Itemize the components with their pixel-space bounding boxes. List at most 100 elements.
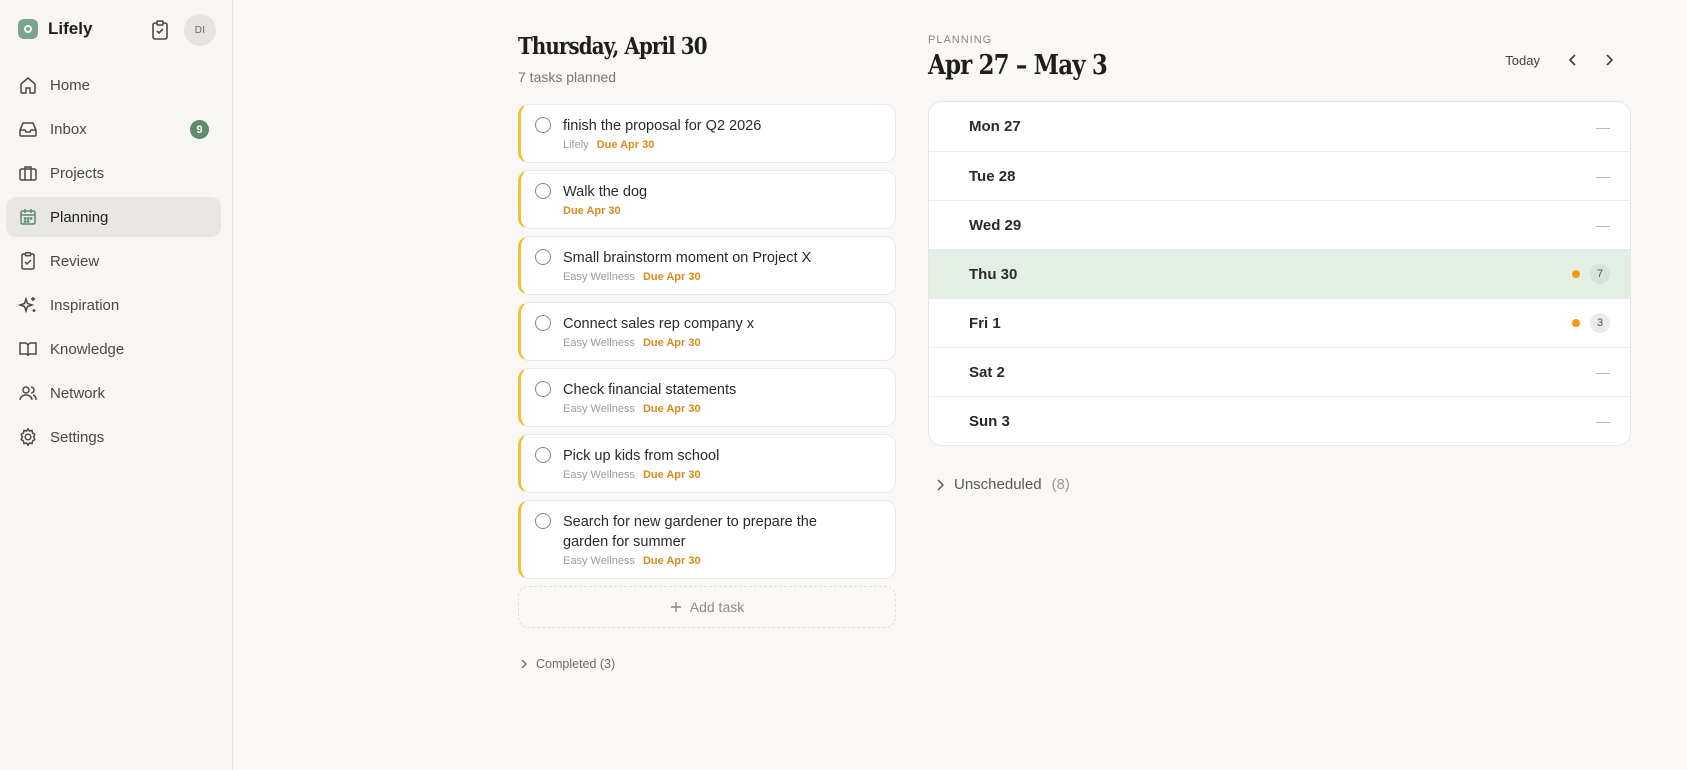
sidebar-item-label: Settings: [50, 428, 105, 446]
sidebar-item-label: Projects: [50, 164, 105, 182]
previous-week-button[interactable]: [1560, 47, 1586, 73]
sidebar-item-inbox[interactable]: Inbox 9: [6, 109, 221, 149]
task-title: Search for new gardener to prepare the g…: [563, 514, 817, 550]
task-card[interactable]: Connect sales rep company x Easy Wellnes…: [518, 302, 896, 361]
week-day-row[interactable]: Tue 28 —: [929, 151, 1630, 200]
week-list: Mon 27 — Tue 28 — Wed 29 — Thu 30 7 Fri …: [928, 101, 1631, 446]
task-indicator-dot: [1572, 270, 1580, 278]
task-meta: Easy Wellness Due Apr 30: [563, 336, 883, 350]
task-due-date: Due Apr 30: [642, 469, 701, 481]
task-checkbox[interactable]: [535, 381, 551, 397]
task-meta: Due Apr 30: [563, 204, 883, 218]
week-nav-controls: Today: [1495, 47, 1622, 73]
task-checkbox[interactable]: [535, 447, 551, 463]
task-due-date: Due Apr 30: [642, 271, 701, 283]
day-subtitle: 7 tasks planned: [518, 69, 617, 85]
lifely-logo-icon: [18, 19, 38, 39]
add-task-label: Add task: [689, 599, 745, 615]
task-project: Easy Wellness: [563, 469, 635, 481]
task-project: Easy Wellness: [563, 271, 635, 283]
gear-icon: [18, 427, 38, 447]
unscheduled-count: (8): [1051, 476, 1070, 493]
sidebar-item-label: Review: [50, 252, 100, 270]
sidebar-item-inspiration[interactable]: Inspiration: [6, 285, 221, 325]
task-card[interactable]: Small brainstorm moment on Project X Eas…: [518, 236, 896, 295]
clipboard-button[interactable]: [148, 15, 172, 45]
sidebar-item-label: Planning: [50, 208, 109, 226]
task-project: Easy Wellness: [563, 337, 635, 349]
brand-name: Lifely: [48, 19, 93, 38]
task-due-date: Due Apr 30: [642, 403, 701, 415]
week-day-row[interactable]: Wed 29 —: [929, 200, 1630, 249]
task-meta: Easy Wellness Due Apr 30: [563, 468, 883, 482]
task-due-date: Due Apr 30: [642, 337, 701, 349]
inbox-count-badge: 9: [190, 120, 209, 139]
unscheduled-toggle[interactable]: Unscheduled (8): [936, 476, 1070, 493]
task-checkbox[interactable]: [535, 117, 551, 133]
sidebar-item-projects[interactable]: Projects: [6, 153, 221, 193]
task-due-date: Due Apr 30: [642, 555, 701, 567]
task-checkbox[interactable]: [535, 315, 551, 331]
chevron-right-icon: [937, 478, 944, 491]
task-card[interactable]: Walk the dog Due Apr 30: [518, 170, 896, 229]
sidebar-item-planning[interactable]: Planning: [6, 197, 221, 237]
top-actions: DI: [148, 14, 216, 46]
task-checkbox[interactable]: [535, 183, 551, 199]
task-count-badge: 3: [1590, 313, 1610, 333]
task-indicator-dot: [1572, 319, 1580, 327]
task-checkbox[interactable]: [535, 249, 551, 265]
task-title: Small brainstorm moment on Project X: [563, 250, 812, 266]
task-project: Easy Wellness: [563, 403, 635, 415]
task-card[interactable]: Search for new gardener to prepare the g…: [518, 500, 896, 579]
week-day-row[interactable]: Sun 3 —: [929, 396, 1630, 445]
clipboard-icon: [152, 20, 168, 40]
week-day-label: Tue 28: [969, 167, 1016, 185]
brand[interactable]: Lifely: [18, 18, 92, 40]
week-day-row[interactable]: Fri 1 3: [929, 298, 1630, 347]
task-meta: Easy Wellness Due Apr 30: [563, 270, 883, 284]
add-task-button[interactable]: Add task: [518, 586, 896, 628]
avatar[interactable]: DI: [184, 14, 216, 46]
empty-day-dash: —: [1596, 413, 1610, 429]
unscheduled-label: Unscheduled: [954, 476, 1042, 493]
chevron-left-icon: [1569, 54, 1576, 66]
task-title: Pick up kids from school: [563, 448, 720, 464]
week-day-label: Sat 2: [969, 363, 1005, 381]
sidebar-item-home[interactable]: Home: [6, 65, 221, 105]
chevron-right-icon: [521, 659, 527, 669]
task-title: Walk the dog: [563, 184, 648, 200]
task-card[interactable]: Pick up kids from school Easy Wellness D…: [518, 434, 896, 493]
chevron-right-icon: [1606, 54, 1613, 66]
task-count-badge: 7: [1590, 264, 1610, 284]
task-meta: Easy Wellness Due Apr 30: [563, 402, 883, 416]
calendar-icon: [18, 207, 38, 227]
home-icon: [18, 75, 38, 95]
empty-day-dash: —: [1596, 118, 1610, 135]
sidebar-item-label: Network: [50, 384, 106, 402]
planning-label: PLANNING: [928, 34, 993, 46]
week-day-row[interactable]: Mon 27 —: [929, 102, 1630, 151]
task-title: Check financial statements: [563, 382, 737, 398]
sidebar-item-network[interactable]: Network: [6, 373, 221, 413]
sidebar: Lifely DI Home Inbox 9 Projects Planning…: [0, 0, 233, 770]
week-day-label: Thu 30: [969, 265, 1018, 283]
completed-toggle[interactable]: Completed (3): [520, 657, 615, 671]
sidebar-item-settings[interactable]: Settings: [6, 417, 221, 457]
sidebar-item-label: Knowledge: [50, 340, 125, 358]
next-week-button[interactable]: [1596, 47, 1622, 73]
plus-icon: [670, 602, 681, 612]
week-day-row[interactable]: Sat 2 —: [929, 347, 1630, 396]
sidebar-item-review[interactable]: Review: [6, 241, 221, 281]
today-button[interactable]: Today: [1495, 49, 1550, 72]
task-card[interactable]: finish the proposal for Q2 2026 Lifely D…: [518, 104, 896, 163]
task-card[interactable]: Check financial statements Easy Wellness…: [518, 368, 896, 427]
week-day-label: Sun 3: [969, 412, 1010, 430]
task-meta: Lifely Due Apr 30: [563, 138, 883, 152]
task-checkbox[interactable]: [535, 513, 551, 529]
week-day-row-today[interactable]: Thu 30 7: [929, 249, 1630, 298]
task-project: Easy Wellness: [563, 555, 635, 567]
sidebar-item-knowledge[interactable]: Knowledge: [6, 329, 221, 369]
sidebar-item-label: Inspiration: [50, 296, 120, 314]
empty-day-dash: —: [1596, 364, 1610, 380]
book-icon: [18, 339, 38, 359]
